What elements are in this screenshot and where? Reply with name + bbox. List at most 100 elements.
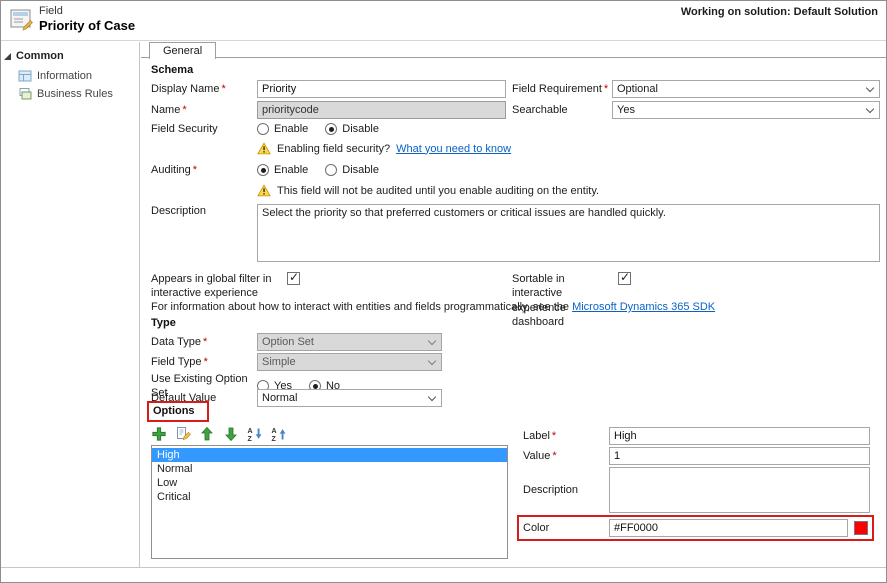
tab-general[interactable]: General: [149, 42, 216, 59]
svg-text:A: A: [272, 428, 277, 435]
option-list-item[interactable]: Critical: [152, 490, 507, 504]
sidebar-item-label: Information: [37, 70, 92, 82]
chevron-down-icon: [866, 84, 874, 92]
field-requirement-select[interactable]: Optional: [612, 80, 880, 98]
option-list-item[interactable]: Normal: [152, 462, 507, 476]
sortable-checkbox[interactable]: [618, 272, 631, 285]
sort-ascending-button[interactable]: A Z: [247, 426, 263, 442]
field-security-enable-label: Enable: [274, 123, 308, 135]
header: Field Priority of Case Working on soluti…: [1, 1, 886, 41]
required-marker: *: [552, 430, 556, 442]
name-label: Name*: [151, 103, 257, 117]
options-editor: A Z A Z: [151, 425, 880, 567]
auditing-warning: This field will not be audited until you…: [257, 184, 880, 197]
name-input: [257, 101, 506, 119]
entity-type-label: Field: [39, 5, 63, 17]
sidebar-group-common[interactable]: Common: [1, 42, 139, 67]
sidebar-item-information[interactable]: Information: [1, 67, 139, 85]
auditing-warning-row: This field will not be audited until you…: [151, 184, 880, 197]
form-content: Schema Display Name* Field Requirement* …: [141, 58, 886, 567]
global-filter-checkbox[interactable]: [287, 272, 300, 285]
option-description-textarea[interactable]: [609, 467, 870, 513]
chevron-down-icon: [428, 393, 436, 401]
searchable-select[interactable]: Yes: [612, 101, 880, 119]
chevron-down-icon: [428, 337, 436, 345]
required-marker: *: [204, 356, 208, 368]
options-toolbar: A Z A Z: [151, 425, 287, 443]
option-color-input[interactable]: [609, 519, 848, 537]
field-security-radio-group: Enable Disable: [257, 123, 880, 135]
description-row: Description Select the priority so that …: [151, 204, 880, 265]
auditing-label: Auditing*: [151, 163, 257, 177]
option-color-label: Color: [523, 521, 609, 535]
working-on-solution-label: Working on solution: Default Solution: [681, 6, 878, 18]
field-security-help-link[interactable]: What you need to know: [396, 143, 511, 155]
sort-descending-button[interactable]: A Z: [271, 426, 287, 442]
auditing-warning-text: This field will not be audited until you…: [277, 185, 599, 197]
display-name-row: Display Name* Field Requirement* Optiona…: [151, 80, 880, 98]
footer-divider: [1, 567, 886, 568]
type-section-heading: Type: [151, 317, 176, 329]
field-security-label: Field Security: [151, 122, 257, 136]
sdk-link[interactable]: Microsoft Dynamics 365 SDK: [572, 301, 715, 313]
plus-icon: [151, 426, 167, 442]
auditing-radio-group: Enable Disable: [257, 164, 880, 176]
business-rules-icon: [18, 87, 32, 101]
arrow-down-icon: [223, 426, 239, 442]
warning-icon: [257, 142, 271, 155]
sidebar: Common Information Business Rules: [1, 42, 140, 567]
options-listbox[interactable]: High Normal Low Critical: [151, 445, 508, 559]
annotation-box-options: Options: [147, 401, 209, 422]
option-label-input[interactable]: [609, 427, 870, 445]
sidebar-item-label: Business Rules: [37, 88, 113, 100]
auditing-disable-radio[interactable]: [325, 164, 337, 176]
option-value-label: Value*: [523, 449, 609, 463]
required-marker: *: [221, 83, 225, 95]
options-section-heading: Options: [153, 405, 195, 417]
option-list-item[interactable]: Low: [152, 476, 507, 490]
edit-icon: [175, 426, 191, 442]
svg-text:A: A: [248, 428, 253, 435]
field-type-label: Field Type*: [151, 355, 257, 369]
option-value-row: Value*: [523, 447, 870, 465]
field-type-row: Field Type* Simple: [151, 353, 880, 371]
sort-descending-icon: A Z: [271, 426, 287, 442]
field-security-warning: Enabling field security? What you need t…: [257, 142, 880, 155]
name-row: Name* Searchable Yes: [151, 101, 880, 119]
global-filter-label: Appears in global filter in interactive …: [151, 272, 287, 301]
option-description-row: Description: [523, 467, 870, 513]
main-panel: General Schema Display Name* Field Requi…: [141, 41, 886, 567]
arrow-up-icon: [199, 426, 215, 442]
default-value-select[interactable]: Normal: [257, 389, 442, 407]
display-name-input[interactable]: [257, 80, 506, 98]
auditing-enable-label: Enable: [274, 164, 308, 176]
add-option-button[interactable]: [151, 426, 167, 442]
field-type-select: Simple: [257, 353, 442, 371]
required-marker: *: [604, 83, 608, 95]
move-up-button[interactable]: [199, 426, 215, 442]
option-detail-panel: Label* Value* Description Color: [523, 427, 870, 541]
auditing-enable-radio[interactable]: [257, 164, 269, 176]
field-form-icon: [10, 8, 34, 32]
edit-option-button[interactable]: [175, 426, 191, 442]
field-security-enable-radio[interactable]: [257, 123, 269, 135]
sdk-note: For information about how to interact wi…: [151, 301, 715, 313]
description-textarea[interactable]: Select the priority so that preferred cu…: [257, 204, 880, 262]
color-swatch[interactable]: [854, 521, 868, 535]
description-label: Description: [151, 204, 257, 218]
data-type-row: Data Type* Option Set: [151, 333, 880, 351]
information-icon: [18, 69, 32, 83]
auditing-disable-label: Disable: [342, 164, 379, 176]
option-value-input[interactable]: [609, 447, 870, 465]
field-security-row: Field Security Enable Disable: [151, 122, 880, 136]
data-type-label: Data Type*: [151, 335, 257, 349]
field-security-disable-radio[interactable]: [325, 123, 337, 135]
option-list-item[interactable]: High: [152, 448, 507, 462]
page-title: Priority of Case: [39, 18, 135, 33]
field-editor-window: Field Priority of Case Working on soluti…: [0, 0, 887, 583]
tree-expander-icon[interactable]: [4, 53, 11, 60]
sidebar-item-business-rules[interactable]: Business Rules: [1, 85, 139, 103]
chevron-down-icon: [866, 105, 874, 113]
move-down-button[interactable]: [223, 426, 239, 442]
chevron-down-icon: [428, 357, 436, 365]
